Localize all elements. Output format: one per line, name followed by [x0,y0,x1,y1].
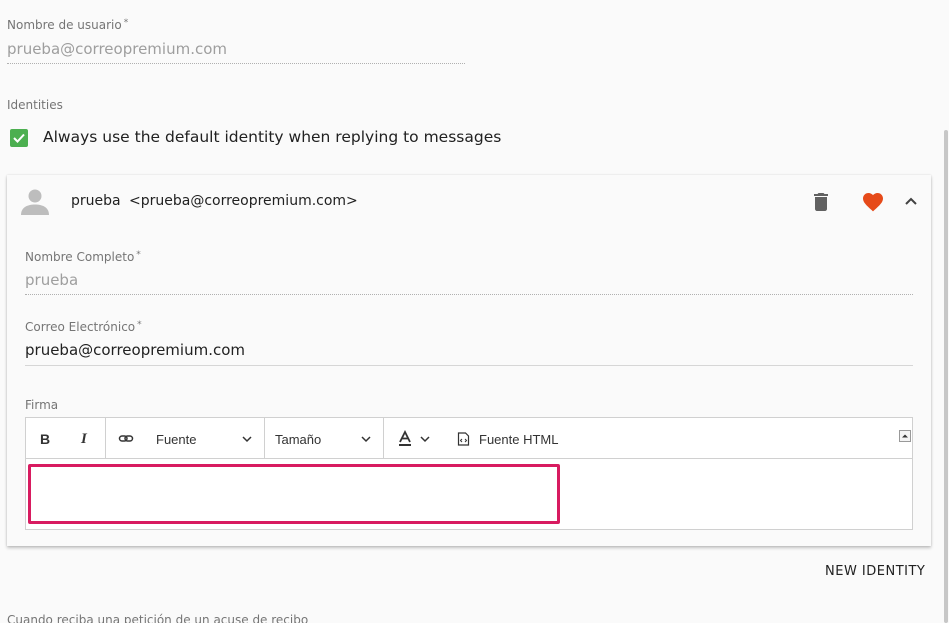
identity-name: prueba [71,193,121,209]
default-identity-checkbox[interactable] [10,129,28,147]
full-name-label-text: Nombre Completo [25,250,135,264]
source-code-icon [457,432,470,446]
email-underline [25,365,913,366]
identity-card: prueba <prueba@correopremium.com> Nombre… [7,175,931,546]
avatar-icon [20,187,50,217]
delete-identity-button[interactable] [809,190,833,214]
signature-content-area[interactable] [26,459,912,529]
trash-icon [814,193,828,211]
username-field: prueba@correopremium.com [7,40,227,58]
scrollbar[interactable] [944,130,948,623]
signature-editor: B I Fuente Tamaño Fuente HTML [25,417,913,530]
text-color-button[interactable] [396,428,436,450]
read-receipt-label: Cuando reciba una petición de un acuse d… [7,613,309,623]
chevron-down-icon [420,436,430,443]
italic-button[interactable]: I [81,428,87,450]
triangle-up-icon [902,434,908,438]
username-label: Nombre de usuario * [7,18,128,32]
html-source-label: Fuente HTML [479,431,559,447]
toolbar-divider [105,418,106,459]
toolbar-divider [383,418,384,459]
font-select[interactable]: Fuente [156,428,256,450]
identity-email: <prueba@correopremium.com> [129,193,358,209]
link-button[interactable] [118,428,134,450]
size-select[interactable]: Tamaño [275,428,375,450]
font-select-label: Fuente [156,431,197,447]
size-select-label: Tamaño [275,431,322,447]
signature-label: Firma [25,398,59,412]
toolbar-collapse-button[interactable] [899,430,911,442]
username-underline [7,63,465,64]
editor-toolbar: B I Fuente Tamaño Fuente HTML [26,418,912,459]
check-icon [13,133,25,143]
required-mark: * [137,320,142,330]
email-label-text: Correo Electrónico [25,320,136,334]
email-field[interactable]: prueba@correopremium.com [25,341,245,359]
full-name-underline [25,294,913,295]
signature-highlight-frame [28,464,560,524]
chevron-up-icon [905,197,917,205]
required-mark: * [136,250,141,260]
toolbar-divider [264,418,265,459]
text-color-icon [399,430,411,446]
chevron-down-icon [361,436,371,443]
heart-icon [863,193,883,212]
chevron-down-icon [242,436,252,443]
required-mark: * [123,18,129,28]
username-label-text: Nombre de usuario [7,18,122,32]
collapse-identity-button[interactable] [899,190,923,214]
italic-label: I [81,430,87,447]
email-label: Correo Electrónico * [25,320,142,334]
full-name-label: Nombre Completo * [25,250,141,264]
identities-section-label: Identities [7,98,63,112]
link-icon [118,435,134,442]
bold-button[interactable]: B [40,428,50,450]
default-identity-checkbox-label[interactable]: Always use the default identity when rep… [43,128,501,146]
html-source-button[interactable]: Fuente HTML [457,428,558,450]
full-name-field: prueba [25,271,79,289]
default-identity-button[interactable] [861,190,885,214]
new-identity-button[interactable]: NEW IDENTITY [825,564,925,579]
bold-label: B [40,431,51,447]
